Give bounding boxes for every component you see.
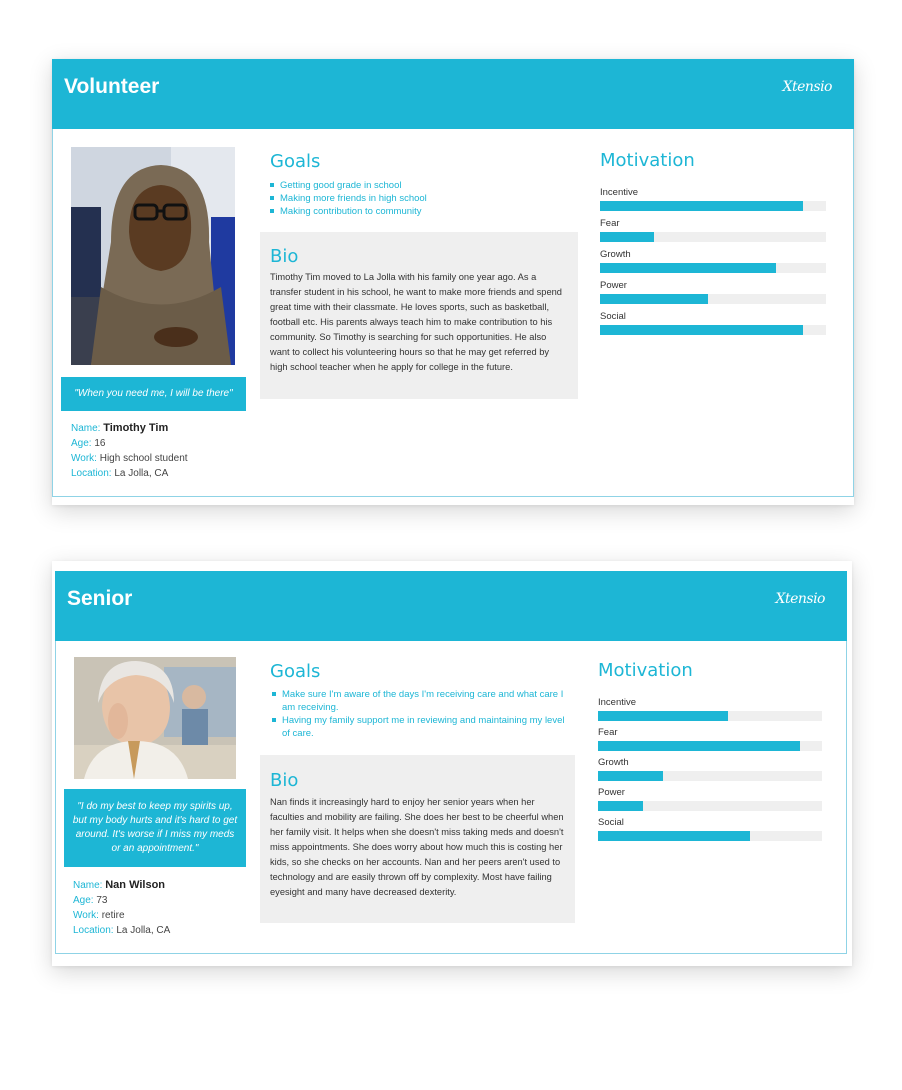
motivation-row-power: Power — [598, 787, 822, 811]
motivation-row-fear: Fear — [598, 727, 822, 751]
goal-item: Having my family support me in reviewing… — [270, 714, 570, 740]
motivation-row-social: Social — [600, 311, 826, 335]
goals-heading: Goals — [270, 661, 321, 682]
goals-list: Make sure I'm aware of the days I'm rece… — [270, 688, 570, 740]
motivation-row-fear: Fear — [600, 218, 826, 242]
persona-card-volunteer: Volunteer Xtensio "When you need me, I w… — [52, 59, 854, 505]
motivation-bar-fill — [598, 711, 728, 721]
motivation-bar-fill — [600, 232, 655, 242]
motivation-label: Fear — [598, 727, 618, 738]
motivation-bar-track — [600, 294, 826, 304]
persona-info: Name: Nan Wilson Age: 73 Work: retire Lo… — [73, 878, 253, 938]
motivation-bar-fill — [598, 741, 800, 751]
persona-photo — [71, 147, 235, 365]
motivation-bar-track — [600, 232, 826, 242]
age-label: Age: — [73, 895, 94, 906]
motivation-bar-track — [598, 831, 822, 841]
motivation-bar-track — [600, 325, 826, 335]
bio-text: Nan finds it increasingly hard to enjoy … — [270, 797, 564, 897]
location-value: La Jolla, CA — [116, 925, 171, 936]
info-age-row: Age: 16 — [71, 436, 251, 451]
goal-item: Making more friends in high school — [268, 192, 568, 205]
motivation-bar-track — [600, 263, 826, 273]
motivation-row-incentive: Incentive — [598, 697, 822, 721]
xtensio-logo: Xtensio — [782, 79, 833, 95]
work-label: Work: — [71, 453, 97, 464]
motivation-row-growth: Growth — [600, 249, 826, 273]
goals-list: Getting good grade in school Making more… — [268, 179, 568, 218]
bio-heading: Bio — [270, 770, 299, 791]
motivation-bar-fill — [598, 771, 663, 781]
motivation-bar-track — [598, 711, 822, 721]
motivation-bar-fill — [598, 801, 643, 811]
motivation-row-power: Power — [600, 280, 826, 304]
motivation-bar-fill — [600, 325, 804, 335]
age-value: 16 — [94, 438, 106, 449]
work-value: retire — [101, 910, 125, 921]
motivation-bar-track — [598, 771, 822, 781]
card-header: Senior Xtensio — [55, 571, 847, 641]
name-label: Name: — [73, 880, 103, 891]
location-value: La Jolla, CA — [114, 468, 169, 479]
info-location-row: Location: La Jolla, CA — [71, 466, 251, 481]
motivation-row-incentive: Incentive — [600, 187, 826, 211]
persona-info: Name: Timothy Tim Age: 16 Work: High sch… — [71, 421, 251, 481]
persona-title: Volunteer — [64, 75, 160, 98]
info-name-row: Name: Timothy Tim — [71, 421, 251, 436]
goal-item: Make sure I'm aware of the days I'm rece… — [270, 688, 570, 714]
work-value: High school student — [99, 453, 188, 464]
goals-heading: Goals — [270, 151, 321, 172]
goal-item: Getting good grade in school — [268, 179, 568, 192]
info-age-row: Age: 73 — [73, 893, 253, 908]
bio-heading: Bio — [270, 246, 299, 267]
senior-portrait-image — [74, 657, 236, 779]
motivation-label: Power — [600, 280, 627, 291]
persona-photo — [74, 657, 236, 779]
motivation-row-social: Social — [598, 817, 822, 841]
info-name-row: Name: Nan Wilson — [73, 878, 253, 893]
motivation-bar-fill — [600, 263, 777, 273]
motivation-bar-fill — [600, 294, 709, 304]
persona-quote: "I do my best to keep my spirits up, but… — [64, 789, 246, 867]
motivation-label: Growth — [600, 249, 631, 260]
motivation-label: Social — [598, 817, 624, 828]
info-location-row: Location: La Jolla, CA — [73, 923, 253, 938]
name-value: Nan Wilson — [105, 879, 166, 891]
location-label: Location: — [73, 925, 114, 936]
motivation-heading: Motivation — [600, 150, 695, 171]
motivation-bar-fill — [598, 831, 751, 841]
info-work-row: Work: High school student — [71, 451, 251, 466]
motivation-bar-fill — [600, 201, 804, 211]
motivation-label: Power — [598, 787, 625, 798]
motivation-label: Incentive — [600, 187, 639, 198]
persona-card-senior: Senior Xtensio "I do my best to keep my … — [52, 561, 852, 966]
name-value: Timothy Tim — [103, 422, 169, 434]
name-label: Name: — [71, 423, 101, 434]
motivation-label: Social — [600, 311, 626, 322]
work-label: Work: — [73, 910, 99, 921]
motivation-bar-track — [598, 741, 822, 751]
persona-quote: "When you need me, I will be there" — [61, 377, 246, 411]
motivation-label: Incentive — [598, 697, 637, 708]
xtensio-logo: Xtensio — [775, 591, 826, 607]
motivation-label: Growth — [598, 757, 629, 768]
motivation-bar-track — [598, 801, 822, 811]
age-label: Age: — [71, 438, 92, 449]
info-work-row: Work: retire — [73, 908, 253, 923]
card-header: Volunteer Xtensio — [52, 59, 854, 129]
goal-item: Making contribution to community — [268, 205, 568, 218]
motivation-row-growth: Growth — [598, 757, 822, 781]
bio-text: Timothy Tim moved to La Jolla with his f… — [270, 272, 562, 372]
motivation-label: Fear — [600, 218, 620, 229]
location-label: Location: — [71, 468, 112, 479]
motivation-bar-track — [600, 201, 826, 211]
persona-title: Senior — [67, 587, 133, 610]
teen-portrait-image — [71, 147, 235, 365]
age-value: 73 — [96, 895, 108, 906]
motivation-heading: Motivation — [598, 660, 693, 681]
